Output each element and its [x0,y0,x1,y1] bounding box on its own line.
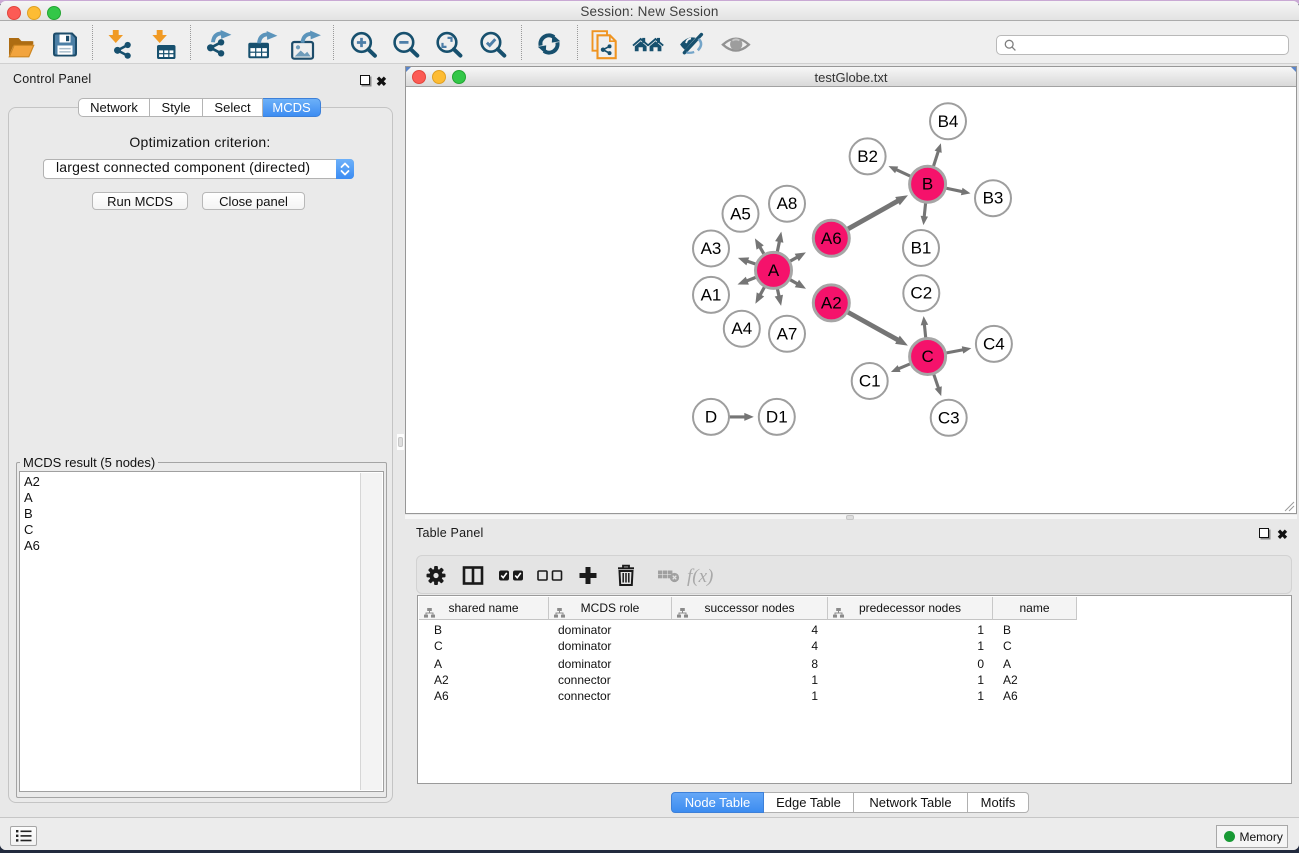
svg-text:f(x): f(x) [687,566,713,587]
svg-text:B2: B2 [857,146,878,165]
svg-text:A2: A2 [821,293,842,312]
svg-text:C1: C1 [859,371,881,390]
svg-text:C2: C2 [910,283,932,302]
svg-text:A3: A3 [701,239,722,258]
svg-text:D1: D1 [766,407,788,426]
svg-text:A5: A5 [730,204,751,223]
svg-text:A7: A7 [777,324,798,343]
svg-text:B: B [922,174,933,193]
svg-text:A: A [768,260,780,279]
svg-text:A4: A4 [731,319,752,338]
svg-text:A8: A8 [777,194,798,213]
svg-text:C3: C3 [938,408,960,427]
svg-text:D: D [705,407,717,426]
svg-text:B4: B4 [938,111,959,130]
svg-text:A6: A6 [821,228,842,247]
svg-text:B1: B1 [911,238,932,257]
svg-text:A1: A1 [701,285,722,304]
svg-text:C: C [921,347,933,366]
svg-text:C4: C4 [983,334,1005,353]
svg-text:B3: B3 [983,188,1004,207]
